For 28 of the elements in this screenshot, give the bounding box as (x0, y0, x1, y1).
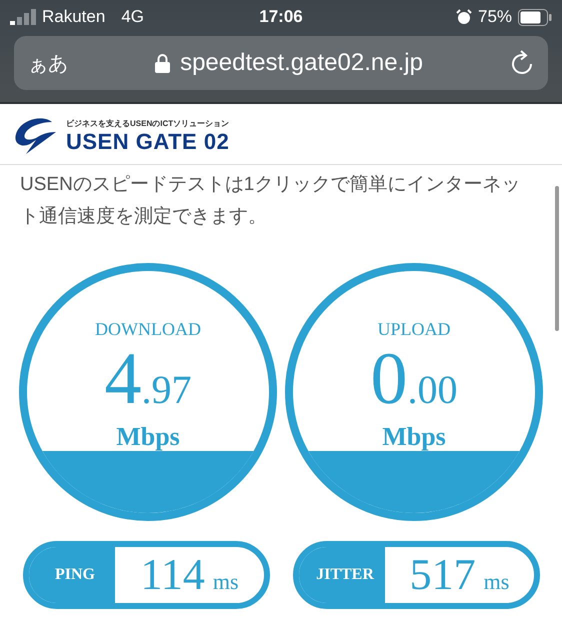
url-text: speedtest.gate02.ne.jp (180, 49, 423, 77)
carrier-name: Rakuten (42, 7, 106, 27)
intro-text: USENのスピードテストは1クリックで簡単にインターネット通信速度を測定できます。 (20, 173, 522, 229)
stat-unit: ms (484, 569, 510, 595)
stat-label: JITTER (299, 547, 385, 603)
scrollbar[interactable] (555, 186, 559, 331)
address-bar[interactable]: ぁあ speedtest.gate02.ne.jp (14, 36, 548, 90)
clock-time: 17:06 (259, 7, 303, 27)
gauge-label: UPLOAD (377, 319, 450, 340)
logo-wordmark: USEN GATE 02 (66, 128, 230, 154)
stat-value: 517 (410, 549, 476, 600)
stat-label: PING (29, 547, 115, 603)
reload-icon[interactable] (510, 50, 534, 76)
signal-icon (10, 9, 36, 25)
battery-percent: 75% (478, 7, 512, 27)
alarm-clock-icon (456, 9, 472, 25)
lock-icon (155, 53, 170, 73)
battery-icon (518, 8, 552, 26)
logo-tagline: ビジネスを支えるUSENのICTソリューション (66, 118, 230, 128)
speed-unit: Mbps (116, 422, 180, 452)
speed-value: 4.97 (104, 342, 192, 416)
speed-unit: Mbps (382, 422, 446, 452)
text-size-button[interactable]: ぁあ (28, 50, 68, 76)
gauge-label: DOWNLOAD (95, 319, 201, 340)
stat-unit: ms (212, 569, 239, 595)
network-type: 4G (121, 7, 144, 27)
speed-value: 0.00 (370, 342, 458, 416)
stat-value: 114 (140, 549, 205, 600)
